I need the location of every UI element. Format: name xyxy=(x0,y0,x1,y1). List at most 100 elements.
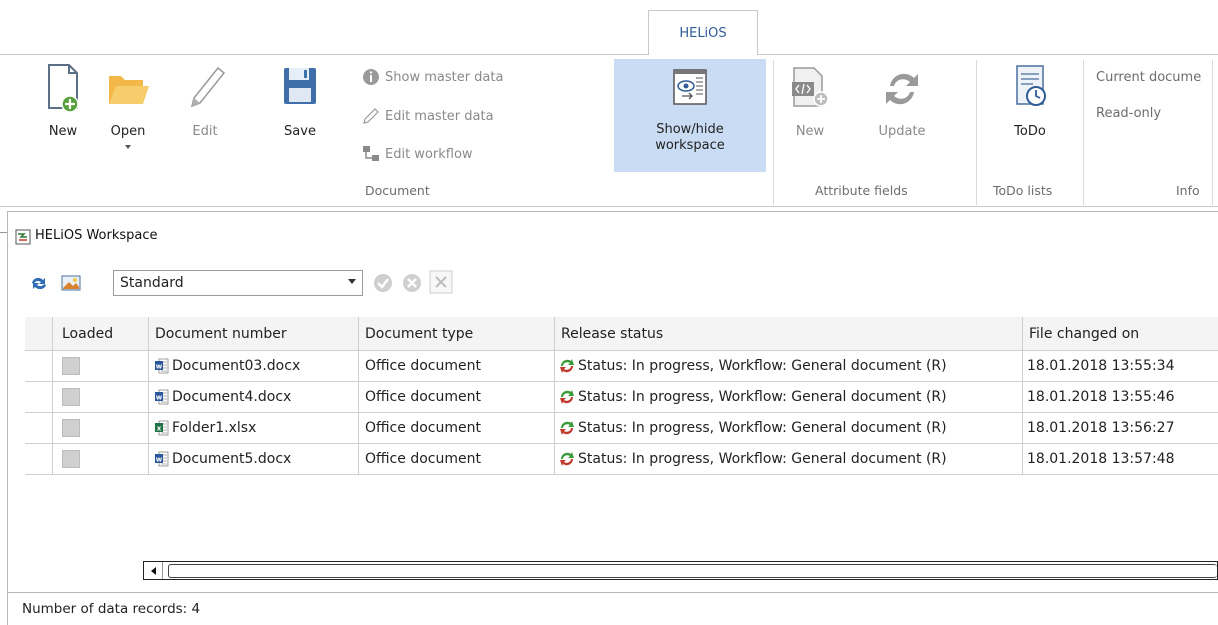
loaded-cell xyxy=(53,382,149,413)
group-label-todo-lists: ToDo lists xyxy=(993,183,1053,198)
row-selector[interactable] xyxy=(25,413,53,444)
scroll-left-button[interactable] xyxy=(144,562,163,579)
table-row[interactable]: w Document03.docx Office document Status: I… xyxy=(25,351,1218,382)
attribute-new-button[interactable]: New xyxy=(786,62,834,172)
release-status-text: Status: In progress, Workflow: General d… xyxy=(578,389,947,405)
file-changed-on-cell: 18.01.2018 13:55:34 xyxy=(1023,351,1218,382)
document-number-text[interactable]: Document5.docx xyxy=(172,451,291,467)
save-icon xyxy=(284,68,316,104)
loaded-checkbox[interactable] xyxy=(62,388,80,406)
show-master-data-button[interactable]: Show master data xyxy=(362,68,503,86)
workflow-status-icon xyxy=(560,421,574,435)
folder-icon xyxy=(109,76,149,104)
ribbon-bottom-border xyxy=(0,206,1218,207)
table-row[interactable]: w Document5.docx Office document Status: In… xyxy=(25,444,1218,475)
refresh-icon xyxy=(886,73,918,105)
release-status-cell: Status: In progress, Workflow: General d… xyxy=(555,382,1023,413)
file-changed-on-cell: 18.01.2018 13:57:48 xyxy=(1023,444,1218,475)
svg-text:w: w xyxy=(156,363,163,371)
column-header-document-number[interactable]: Document number xyxy=(149,317,359,351)
grid-header-row: Loaded Document number Document type Rel… xyxy=(25,317,1218,351)
code-file-icon xyxy=(792,67,829,107)
group-separator xyxy=(1083,60,1084,205)
edit-master-data-button[interactable]: Edit master data xyxy=(362,107,494,125)
release-status-text: Status: In progress, Workflow: General d… xyxy=(578,420,947,436)
word-file-icon: w xyxy=(155,389,169,405)
status-bar: Number of data records: 4 xyxy=(8,592,1218,625)
document-number-text[interactable]: Document4.docx xyxy=(172,389,291,405)
view-select[interactable]: Standard xyxy=(113,270,363,296)
row-selector[interactable] xyxy=(25,444,53,475)
show-hide-line1: Show/hide xyxy=(656,122,724,137)
show-hide-line2: workspace xyxy=(655,138,725,153)
edit-master-data-label: Edit master data xyxy=(385,108,494,124)
edit-workflow-button[interactable]: Edit workflow xyxy=(362,145,473,163)
row-selector[interactable] xyxy=(25,351,53,382)
workflow-status-icon xyxy=(560,452,574,466)
record-count-text: Number of data records: 4 xyxy=(22,601,201,617)
document-number-text[interactable]: Folder1.xlsx xyxy=(172,420,256,436)
document-type-cell: Office document xyxy=(359,351,555,382)
accept-icon[interactable] xyxy=(372,272,394,294)
document-number-cell: w Document5.docx xyxy=(149,444,359,475)
show-hide-label: Show/hide workspace xyxy=(614,122,766,154)
loaded-cell xyxy=(53,444,149,475)
refresh-icon[interactable] xyxy=(29,274,49,292)
column-header-file-changed-on[interactable]: File changed on xyxy=(1023,317,1218,351)
word-file-icon: w xyxy=(155,451,169,467)
todo-button[interactable]: ToDo xyxy=(1005,62,1055,172)
horizontal-scrollbar[interactable] xyxy=(143,561,1218,580)
edit-workflow-label: Edit workflow xyxy=(385,146,473,162)
loaded-cell xyxy=(53,351,149,382)
release-status-text: Status: In progress, Workflow: General d… xyxy=(578,451,947,467)
file-changed-on-cell: 18.01.2018 13:55:46 xyxy=(1023,382,1218,413)
column-header-document-type[interactable]: Document type xyxy=(359,317,555,351)
svg-text:w: w xyxy=(156,456,163,464)
loaded-checkbox[interactable] xyxy=(62,419,80,437)
ribbon-tab-bar: HELiOS xyxy=(0,0,1218,56)
todo-label: ToDo xyxy=(1014,124,1046,139)
release-status-cell: Status: In progress, Workflow: General d… xyxy=(555,413,1023,444)
group-separator xyxy=(1212,60,1213,205)
row-selector[interactable] xyxy=(25,382,53,413)
cancel-icon[interactable] xyxy=(401,272,423,294)
new-document-button[interactable]: New xyxy=(38,62,88,172)
row-selector-header xyxy=(25,317,53,351)
todo-icon xyxy=(1016,65,1046,106)
table-row[interactable]: x Folder1.xlsx Office document Status: In p… xyxy=(25,413,1218,444)
new-label: New xyxy=(48,124,78,139)
loaded-cell xyxy=(53,413,149,444)
group-label-info: Info xyxy=(1176,183,1200,198)
show-hide-workspace-button[interactable]: Show/hide workspace xyxy=(614,59,766,172)
read-only-text: Read-only xyxy=(1096,106,1162,121)
update-button[interactable]: Update xyxy=(872,62,932,172)
workflow-status-icon xyxy=(560,390,574,404)
chevron-down-icon xyxy=(348,279,356,284)
release-status-cell: Status: In progress, Workflow: General d… xyxy=(555,351,1023,382)
document-number-cell: w Document03.docx xyxy=(149,351,359,382)
workspace-title: HELiOS Workspace xyxy=(15,228,158,245)
clear-filter-icon[interactable] xyxy=(428,269,454,295)
column-header-release-status[interactable]: Release status xyxy=(555,317,1023,351)
edit-button[interactable]: Edit xyxy=(180,62,230,172)
document-number-text[interactable]: Document03.docx xyxy=(172,358,300,374)
document-type-cell: Office document xyxy=(359,413,555,444)
group-separator xyxy=(976,60,977,205)
loaded-checkbox[interactable] xyxy=(62,450,80,468)
update-label: Update xyxy=(878,124,926,139)
image-view-icon[interactable] xyxy=(61,274,81,292)
file-changed-on-cell: 18.01.2018 13:56:27 xyxy=(1023,413,1218,444)
column-header-loaded[interactable]: Loaded xyxy=(53,317,149,351)
document-type-cell: Office document xyxy=(359,444,555,475)
scrollbar-thumb[interactable] xyxy=(168,564,1217,578)
open-button[interactable]: Open xyxy=(100,62,156,172)
save-button[interactable]: Save xyxy=(275,62,325,172)
loaded-checkbox[interactable] xyxy=(62,357,80,375)
svg-text:w: w xyxy=(156,394,163,402)
excel-file-icon: x xyxy=(155,420,169,436)
table-row[interactable]: w Document4.docx Office document Status: In… xyxy=(25,382,1218,413)
workspace-title-icon xyxy=(15,229,31,245)
svg-text:x: x xyxy=(157,425,162,433)
group-separator xyxy=(773,60,774,205)
tab-helios[interactable]: HELiOS xyxy=(648,10,758,55)
